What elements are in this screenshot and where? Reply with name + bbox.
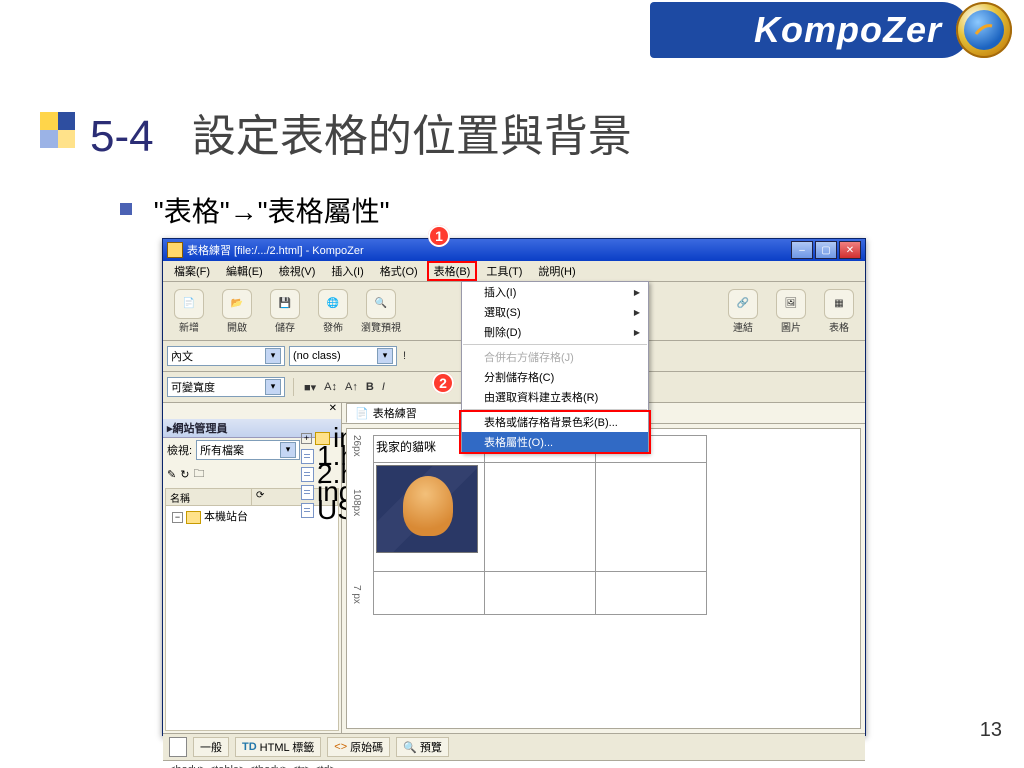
menu-edit[interactable]: 編輯(E) xyxy=(219,262,270,280)
btn-publish[interactable]: 🌐發佈 xyxy=(311,289,355,334)
sb-btn-3[interactable]: 🗀 xyxy=(193,465,204,484)
view-source[interactable]: <>原始碼 xyxy=(327,737,390,757)
menu-format[interactable]: 格式(O) xyxy=(373,262,425,280)
sidebar-close-icon[interactable]: ✕ xyxy=(329,403,337,419)
btn-bold[interactable]: B xyxy=(364,381,376,393)
cat-image[interactable] xyxy=(376,465,478,553)
view-mode-bar: 一般 TDHTML 標籤 <>原始碼 🔍預覽 xyxy=(163,733,865,760)
minimize-button[interactable]: – xyxy=(791,241,813,259)
sidebar: ✕ ▸ 網站管理員 檢視: 所有檔案▾ ✎ ↻ 🗀 名稱⟳ −本機站台 xyxy=(163,403,342,733)
brand-text: KompoZer xyxy=(754,9,942,51)
table-menu: 插入(I) 選取(S) 刪除(D) 合併右方儲存格(J) 分割儲存格(C) 由選… xyxy=(461,281,649,453)
tree-file-usb[interactable]: USBCop1.0Pre... xyxy=(283,501,339,519)
subtitle-text: "表格"→"表格屬性" xyxy=(154,196,390,227)
breadcrumb[interactable]: <body> <table> <tbody> <tr> <td> xyxy=(169,764,336,768)
mi-delete[interactable]: 刪除(D) xyxy=(462,322,648,342)
close-button[interactable]: ✕ xyxy=(839,241,861,259)
window-title: 表格練習 [file:/.../2.html] - KompoZer xyxy=(187,242,364,258)
brand-band: KompoZer xyxy=(532,2,1024,58)
menubar: 檔案(F) 編輯(E) 檢視(V) 插入(I) 格式(O) 表格(B) 工具(T… xyxy=(163,261,865,282)
btn-image[interactable]: 🖼圖片 xyxy=(769,289,813,334)
file-tree[interactable]: 名稱⟳ −本機站台 +image 1.html 2.html index.htm… xyxy=(165,488,339,731)
axis-row1: 26px xyxy=(351,435,362,457)
btn-italic[interactable]: I xyxy=(380,381,387,393)
view-htmltags[interactable]: TDHTML 標籤 xyxy=(235,737,321,757)
mi-split[interactable]: 分割儲存格(C) xyxy=(462,367,648,387)
view-preview[interactable]: 🔍預覽 xyxy=(396,737,449,757)
doc-icon xyxy=(169,737,187,757)
section-number: 5-4 xyxy=(90,112,154,161)
sb-btn-2[interactable]: ↻ xyxy=(180,468,189,481)
font-larger[interactable]: A↑ xyxy=(343,381,360,393)
app-icon xyxy=(167,242,183,258)
annotation-2: 2 xyxy=(432,372,454,394)
menu-insert[interactable]: 插入(I) xyxy=(324,262,370,280)
mi-insert[interactable]: 插入(I) xyxy=(462,282,648,302)
menu-view[interactable]: 檢視(V) xyxy=(272,262,323,280)
menu-help[interactable]: 說明(H) xyxy=(531,262,582,280)
view-label: 檢視: xyxy=(167,442,192,458)
menu-table[interactable]: 表格(B) xyxy=(427,261,478,281)
brand-globe-icon xyxy=(956,2,1012,58)
axis-row3: 7 px xyxy=(351,585,362,604)
sb-btn-1[interactable]: ✎ xyxy=(167,468,176,481)
accent-block-icon xyxy=(40,112,75,148)
btn-save[interactable]: 💾儲存 xyxy=(263,289,307,334)
btn-preview[interactable]: 🔍瀏覽預視 xyxy=(359,289,403,334)
mi-merge: 合併右方儲存格(J) xyxy=(462,347,648,367)
col-name: 名稱 xyxy=(166,489,252,505)
canvas[interactable]: 26px 108px 7 px 我家的貓咪 xyxy=(346,428,861,729)
tab-doc[interactable]: 📄 表格練習✕ xyxy=(346,403,480,423)
status-bar: <body> <table> <tbody> <tr> <td> xyxy=(163,760,865,768)
btn-link[interactable]: 🔗連結 xyxy=(721,289,765,334)
maximize-button[interactable]: ▢ xyxy=(815,241,837,259)
color-picker[interactable]: ■▾ xyxy=(302,381,318,394)
annotation-1: 1 xyxy=(428,225,450,247)
combo-width[interactable]: 可變寬度▾ xyxy=(167,377,285,397)
titlebar[interactable]: 表格練習 [file:/.../2.html] - KompoZer – ▢ ✕ xyxy=(163,239,865,261)
content-table[interactable]: 我家的貓咪 xyxy=(373,435,707,615)
btn-open[interactable]: 📂開啟 xyxy=(215,289,259,334)
mi-create-from-sel[interactable]: 由選取資料建立表格(R) xyxy=(462,387,648,407)
sidebar-close-row: ✕ xyxy=(163,403,341,419)
menu-file[interactable]: 檔案(F) xyxy=(167,262,217,280)
page-number: 13 xyxy=(980,719,1002,742)
mi-bgcolor[interactable]: 表格或儲存格背景色彩(B)... xyxy=(462,412,648,432)
mi-table-props[interactable]: 表格屬性(O)... xyxy=(462,432,648,452)
slide-title: 5-4 設定表格的位置與背景 xyxy=(90,100,632,164)
btn-exclaim[interactable]: ! xyxy=(401,350,408,362)
subtitle: "表格"→"表格屬性" xyxy=(120,190,390,230)
section-title: 設定表格的位置與背景 xyxy=(192,112,632,161)
menu-tools[interactable]: 工具(T) xyxy=(479,262,529,280)
combo-class[interactable]: (no class)▾ xyxy=(289,346,397,366)
combo-paragraph[interactable]: 內文▾ xyxy=(167,346,285,366)
app-window: 表格練習 [file:/.../2.html] - KompoZer – ▢ ✕… xyxy=(162,238,866,736)
bullet-icon xyxy=(120,203,132,215)
btn-new[interactable]: 📄新增 xyxy=(167,289,211,334)
view-normal[interactable]: 一般 xyxy=(193,737,229,757)
axis-row2: 108px xyxy=(351,489,362,516)
btn-table[interactable]: ▦表格 xyxy=(817,289,861,334)
mi-select[interactable]: 選取(S) xyxy=(462,302,648,322)
font-smaller[interactable]: A↕ xyxy=(322,381,339,393)
